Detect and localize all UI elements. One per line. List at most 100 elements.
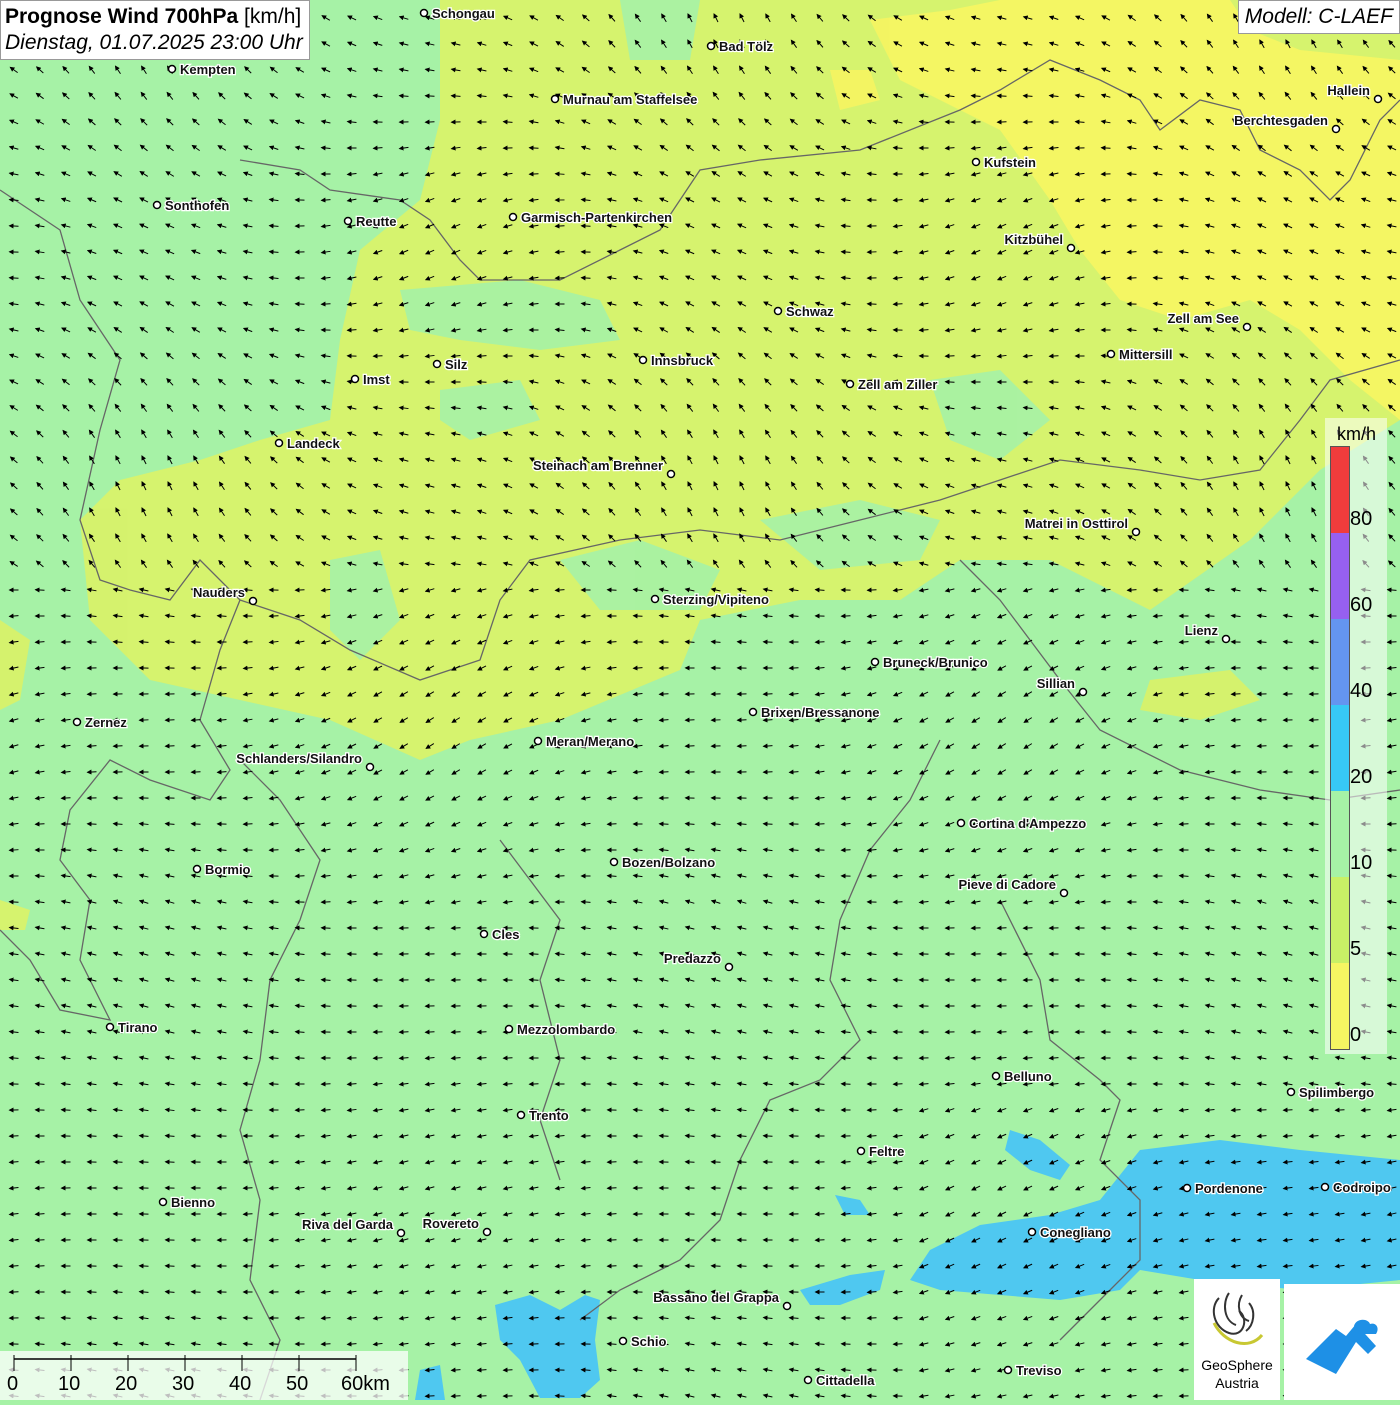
wind-arrow [62,798,71,799]
wind-arrow [1180,642,1189,643]
wind-arrow [192,1136,201,1137]
wind-arrow [1232,694,1241,695]
wind-arrow [10,278,19,279]
wind-arrow [374,1058,383,1059]
wind-arrow [192,824,201,825]
city-label: Kempten [180,62,236,77]
city-dot [345,218,352,225]
city-dot [506,1026,513,1033]
wind-arrow [582,902,591,903]
city-dot [668,471,675,478]
wind-arrow [1102,954,1111,955]
map-title-unit: [km/h] [238,5,301,28]
city-label: Treviso [1016,1363,1062,1378]
color-legend: km/h 0 5 10 20 40 60 80 [1325,418,1387,1054]
wind-arrow [1180,824,1189,825]
wind-arrow [894,954,903,955]
wind-arrow [1102,148,1111,149]
wind-arrow [608,876,617,877]
wind-arrow [764,746,773,747]
scale-label: 30 [172,1373,194,1396]
wind-arrow [62,850,71,851]
app-logo[interactable] [1284,1284,1400,1400]
wind-arrow [660,772,669,773]
wind-arrow [842,1266,851,1267]
wind-arrow [36,1188,45,1189]
city-label: Matrei in Osttirol [1025,516,1128,531]
city-dot [1133,529,1140,536]
wind-arrow [192,746,201,747]
wind-arrow [1128,252,1137,253]
wind-arrow [36,824,45,825]
wind-arrow [608,642,617,643]
wind-arrow [36,1344,45,1345]
wind-arrow [1128,1032,1137,1033]
city-dot [652,596,659,603]
wind-arrow [894,304,903,305]
wind-arrow [530,980,539,981]
city-dot [1333,126,1340,133]
geosphere-logo[interactable]: GeoSphere Austria [1194,1279,1280,1400]
wind-arrow [608,1214,617,1215]
city-label: Reutte [356,214,396,229]
wind-arrow [1232,1110,1241,1111]
wind-arrow [1102,902,1111,903]
wind-arrow [1128,174,1137,175]
wind-arrow [10,850,19,851]
city-label: Innsbruck [651,353,714,368]
wind-arrow [62,668,71,669]
city-marker: Spilimbergo [1288,1085,1375,1100]
city-label: Trento [529,1108,569,1123]
wind-arrow [36,876,45,877]
scale-label: 10 [58,1373,80,1396]
title-box: Prognose Wind 700hPa [km/h] Dienstag, 01… [0,0,310,60]
city-dot [434,361,441,368]
city-dot [276,440,283,447]
wind-arrow [348,330,357,331]
city-label: Mittersill [1119,347,1172,362]
city-label: Cortina d'Ampezzo [969,816,1086,831]
city-marker: Garmisch-Partenkirchen [510,210,673,225]
wind-arrow [582,616,591,617]
wind-arrow [1206,798,1215,799]
wind-arrow [1050,356,1059,357]
wind-arrow [530,1344,539,1345]
map-title: Prognose Wind 700hPa [5,5,238,28]
city-dot [872,659,879,666]
wind-arrow [1206,616,1215,617]
wind-arrow [1180,590,1189,591]
wind-arrow [88,1292,97,1293]
city-dot [1005,1367,1012,1374]
wind-arrow [1154,226,1163,227]
city-marker: Cortina d'Ampezzo [958,816,1087,831]
city-marker: Zell am Ziller [847,377,938,392]
wind-arrow [1050,1058,1059,1059]
city-dot [640,357,647,364]
wind-arrow [88,694,97,695]
wind-map: SchongauBad TölzKemptenMurnau am Staffel… [0,0,1400,1400]
city-dot [726,964,733,971]
city-label: Sillian [1037,676,1075,691]
wind-arrow [114,1136,123,1137]
legend-tick: 10 [1350,852,1372,875]
wind-arrow [1024,96,1033,97]
city-label: Berchtesgaden [1234,113,1328,128]
wind-arrow [842,616,851,617]
city-marker: Sonthofen [154,198,230,213]
wind-arrow [634,616,643,617]
scale-bar: 0 10 20 30 40 50 60km [0,1351,408,1400]
city-dot [421,10,428,17]
scale-label: 40 [229,1373,251,1396]
wind-arrow [88,772,97,773]
city-label: Feltre [869,1144,904,1159]
wind-arrow [790,1318,799,1319]
wind-arrow [634,850,643,851]
city-label: Garmisch-Partenkirchen [521,210,672,225]
wind-arrow [634,668,643,669]
legend-tick: 0 [1350,1024,1361,1047]
wind-arrow [790,668,799,669]
wind-arrow [1336,1110,1345,1111]
city-label: Codroipo [1333,1180,1391,1195]
city-label: Silz [445,357,468,372]
city-dot [1029,1229,1036,1236]
